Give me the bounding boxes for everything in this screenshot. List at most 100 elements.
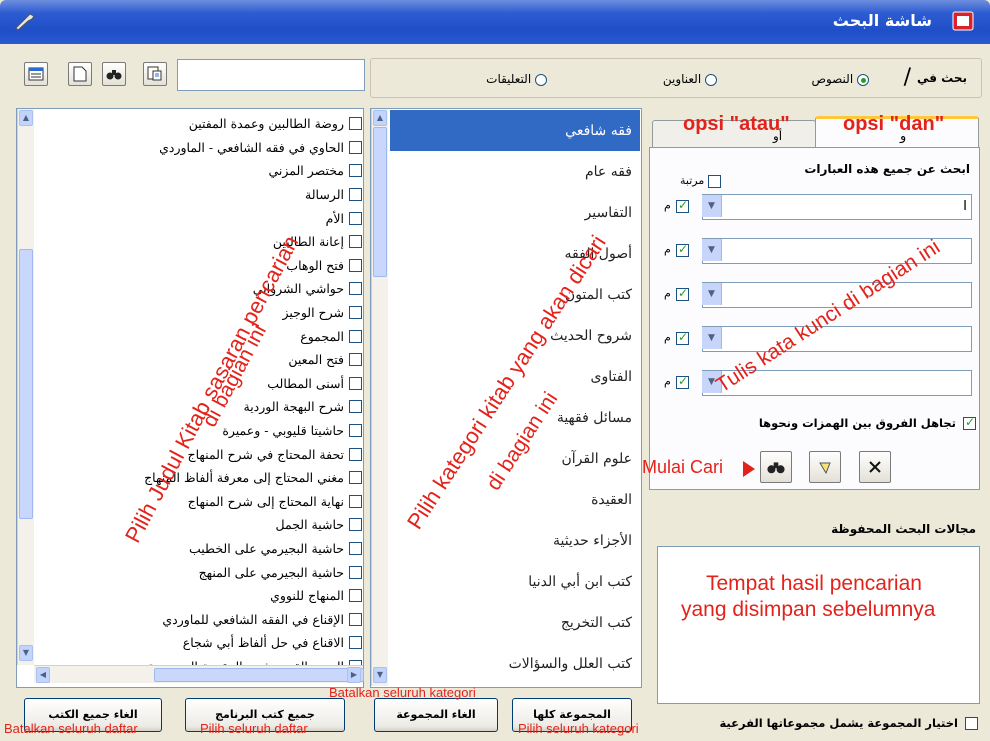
categories-scrollbar[interactable]: ▲ ▼ <box>371 109 388 686</box>
book-item[interactable]: الحاوي في فقه الشافعي - الماوردي <box>40 136 362 160</box>
book-checkbox[interactable] <box>349 400 362 414</box>
chevron-down-icon[interactable]: ▼ <box>702 283 722 305</box>
book-item[interactable]: حواشي الشرواني <box>40 277 362 301</box>
h-scroll-thumb[interactable] <box>154 668 364 682</box>
keyword-input[interactable]: I <box>702 194 972 220</box>
scroll-down-arrow[interactable]: ▼ <box>19 645 33 661</box>
scroll-down-arrow[interactable]: ▼ <box>373 667 387 683</box>
book-checkbox[interactable] <box>349 306 362 320</box>
book-checkbox[interactable] <box>349 376 362 390</box>
keyword-checkbox[interactable] <box>676 242 689 257</box>
scroll-right-arrow[interactable]: ▶ <box>347 667 361 683</box>
keyword-checkbox[interactable] <box>676 198 689 213</box>
book-item[interactable]: المنهاج للنووي <box>40 584 362 608</box>
book-checkbox[interactable] <box>349 471 362 485</box>
book-checkbox[interactable] <box>349 117 362 131</box>
scroll-up-arrow[interactable]: ▲ <box>373 110 387 126</box>
ordered-checkbox[interactable] <box>707 174 721 188</box>
scope-option-titles[interactable]: العناوين <box>663 72 721 86</box>
book-item[interactable]: حاشية البجيرمي على الخطيب <box>40 537 362 561</box>
book-item[interactable]: مغني المحتاج إلى معرفة ألفاظ المنهاج <box>40 466 362 490</box>
eraser-icon <box>819 462 831 475</box>
scroll-thumb[interactable] <box>373 127 387 277</box>
scope-comments-radio[interactable] <box>535 73 547 86</box>
filter-books-icon[interactable] <box>143 62 167 86</box>
book-item[interactable]: المجموع <box>40 324 362 348</box>
book-item[interactable]: مختصر المزني <box>40 159 362 183</box>
include-subgroups-checkbox[interactable] <box>965 717 978 730</box>
book-item[interactable]: نهاية المحتاج إلى شرح المنهاج <box>40 490 362 514</box>
book-checkbox[interactable] <box>349 188 362 202</box>
keyword-checkbox[interactable] <box>676 286 689 301</box>
book-checkbox[interactable] <box>349 424 362 438</box>
book-item[interactable]: فتح الوهاب <box>40 254 362 278</box>
book-item[interactable]: حاشية الجمل <box>40 513 362 537</box>
keyword-checkbox[interactable] <box>676 374 689 389</box>
cancel-group-button[interactable]: الغاء المجموعة <box>374 698 498 732</box>
window-icon[interactable] <box>24 62 48 86</box>
book-item[interactable]: الرسالة <box>40 183 362 207</box>
chevron-down-icon[interactable]: ▼ <box>702 327 722 349</box>
new-document-icon[interactable] <box>68 62 92 86</box>
book-checkbox[interactable] <box>349 329 362 343</box>
book-checkbox[interactable] <box>349 636 362 650</box>
book-item[interactable]: تحفة المحتاج في شرح المنهاج <box>40 442 362 466</box>
book-checkbox[interactable] <box>349 541 362 555</box>
scope-option-texts[interactable]: النصوص <box>811 72 873 86</box>
chevron-down-icon[interactable]: ▼ <box>702 195 722 217</box>
scope-texts-radio[interactable] <box>857 73 869 86</box>
keyword-input[interactable] <box>702 326 972 352</box>
book-item[interactable]: روضة الطالبين وعمدة المفتين <box>40 112 362 136</box>
clear-button[interactable] <box>809 451 841 483</box>
include-subgroups-option[interactable]: اختيار المجموعة يشمل مجموعاتها الفرعية <box>719 716 978 730</box>
saved-searches-box[interactable] <box>657 546 980 704</box>
category-item[interactable]: فقه عام <box>390 151 640 192</box>
ignore-hamza-checkbox[interactable] <box>963 415 976 430</box>
chevron-down-icon[interactable]: ▼ <box>702 239 722 261</box>
book-checkbox[interactable] <box>349 589 362 603</box>
category-item[interactable]: كتب المتون <box>390 274 640 315</box>
book-item[interactable]: الاقناع في حل ألفاظ أبي شجاع <box>40 631 362 655</box>
ignore-hamza-option[interactable]: تجاهل الفروق بين الهمزات ونحوها <box>759 415 976 430</box>
search-button[interactable] <box>760 451 792 483</box>
book-checkbox[interactable] <box>349 211 362 225</box>
book-checkbox[interactable] <box>349 612 362 626</box>
book-checkbox[interactable] <box>349 518 362 532</box>
books-h-scrollbar[interactable]: ◀ ▶ <box>34 665 364 683</box>
saved-searches-label: مجالات البحث المحفوظة <box>831 522 976 536</box>
scope-titles-radio[interactable] <box>705 73 717 86</box>
book-checkbox[interactable] <box>349 447 362 461</box>
book-item[interactable]: حاشية البجيرمي على المنهج <box>40 560 362 584</box>
category-item[interactable]: كتب ابن أبي الدنيا <box>390 561 640 602</box>
book-checkbox[interactable] <box>349 258 362 272</box>
scroll-up-arrow[interactable]: ▲ <box>19 110 33 126</box>
book-item[interactable]: فتح المعين <box>40 348 362 372</box>
ordered-option[interactable]: مرتبة <box>680 174 721 188</box>
annotation-pilih-daftar: Pilih seluruh daftar <box>200 721 308 736</box>
category-item[interactable]: فقه شافعي <box>390 110 640 151</box>
book-checkbox[interactable] <box>349 353 362 367</box>
book-checkbox[interactable] <box>349 235 362 249</box>
book-item[interactable]: شرح الوجيز <box>40 301 362 325</box>
book-checkbox[interactable] <box>349 164 362 178</box>
book-checkbox[interactable] <box>349 140 362 154</box>
close-button[interactable] <box>859 451 891 483</box>
category-item[interactable]: كتب العلل والسؤالات <box>390 643 640 684</box>
category-item[interactable]: كتب التخريج <box>390 602 640 643</box>
scroll-left-arrow[interactable]: ◀ <box>36 667 50 683</box>
tools-icon[interactable] <box>12 10 38 32</box>
book-item[interactable]: الإقناع في الفقه الشافعي للماوردي <box>40 607 362 631</box>
find-binoculars-icon[interactable] <box>102 62 126 86</box>
book-checkbox[interactable] <box>349 494 362 508</box>
keyword-row: م ▼ <box>656 282 972 308</box>
category-item[interactable]: التفاسير <box>390 192 640 233</box>
book-item[interactable]: إعانة الطالبين <box>40 230 362 254</box>
books-scrollbar[interactable]: ▲ ▼ <box>17 109 34 665</box>
keyword-checkbox[interactable] <box>676 330 689 345</box>
book-item[interactable]: الأم <box>40 206 362 230</box>
scope-option-comments[interactable]: التعليقات <box>486 72 551 86</box>
book-filter-input[interactable] <box>177 59 365 91</box>
scroll-thumb[interactable] <box>19 249 33 519</box>
book-checkbox[interactable] <box>349 565 362 579</box>
book-checkbox[interactable] <box>349 282 362 296</box>
